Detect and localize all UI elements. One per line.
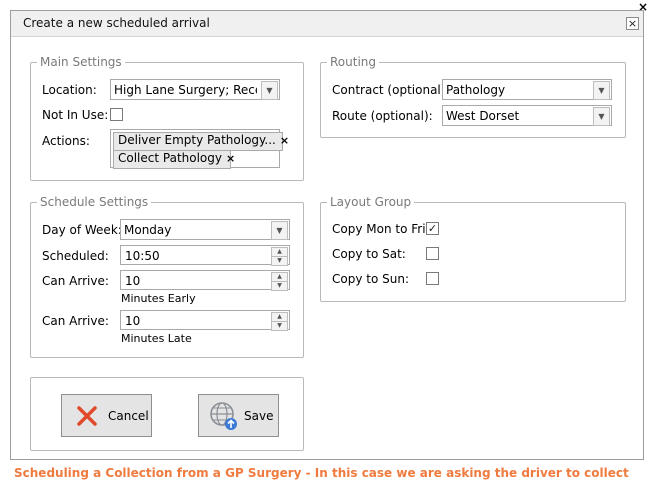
location-label: Location: <box>42 83 97 97</box>
scheduled-arrival-dialog: Create a new scheduled arrival × Main Se… <box>10 10 644 460</box>
can-arrive-early-label: Can Arrive: <box>42 274 109 288</box>
background-strip <box>0 0 654 8</box>
routing-legend: Routing <box>330 55 377 69</box>
save-button[interactable]: Save <box>198 394 279 437</box>
can-arrive-late-label: Can Arrive: <box>42 314 109 328</box>
chevron-down-icon[interactable]: ▼ <box>593 107 610 126</box>
remove-tag-icon[interactable]: × <box>226 152 235 165</box>
main-settings-legend: Main Settings <box>40 55 122 69</box>
save-button-label: Save <box>244 409 274 423</box>
action-tag-label: Collect Pathology <box>118 151 222 165</box>
action-tag-label: Deliver Empty Pathology... <box>118 133 276 147</box>
spin-down-icon[interactable]: ▼ <box>271 281 288 291</box>
not-in-use-checkbox[interactable] <box>110 108 123 121</box>
minutes-late-caption: Minutes Late <box>121 332 192 345</box>
day-of-week-select[interactable]: Monday ▼ <box>120 219 290 240</box>
copy-sun-label: Copy to Sun: <box>332 272 409 286</box>
copy-sat-checkbox[interactable] <box>426 247 439 260</box>
check-icon: ✓ <box>427 222 438 235</box>
not-in-use-label: Not In Use: <box>42 108 109 122</box>
x-icon <box>77 406 97 426</box>
dialog-titlebar: Create a new scheduled arrival × <box>11 11 643 37</box>
actions-label: Actions: <box>42 134 90 148</box>
minutes-early-stepper[interactable]: 10 ▲ ▼ <box>120 270 290 291</box>
contract-value: Pathology <box>446 83 506 97</box>
location-value: High Lane Surgery; Reception <box>114 83 257 97</box>
minutes-early-value: 10 <box>125 274 141 288</box>
chevron-down-icon[interactable]: ▼ <box>261 81 278 100</box>
route-select[interactable]: West Dorset ▼ <box>442 105 612 126</box>
copy-mon-fri-checkbox[interactable]: ✓ <box>426 222 439 235</box>
chevron-down-icon[interactable]: ▼ <box>271 221 288 240</box>
scheduled-label: Scheduled: <box>42 249 109 263</box>
action-tag: Deliver Empty Pathology... × <box>113 132 289 151</box>
screenshot-caption: Scheduling a Collection from a GP Surger… <box>14 466 629 480</box>
day-of-week-label: Day of Week: <box>42 223 122 237</box>
day-of-week-value: Monday <box>124 223 172 237</box>
location-select[interactable]: High Lane Surgery; Reception ▼ <box>110 79 280 100</box>
copy-sat-label: Copy to Sat: <box>332 247 406 261</box>
chevron-down-icon[interactable]: ▼ <box>593 81 610 100</box>
cancel-button-label: Cancel <box>108 409 149 423</box>
spin-down-icon[interactable]: ▼ <box>271 256 288 266</box>
action-tag: Collect Pathology × <box>113 150 235 169</box>
schedule-settings-legend: Schedule Settings <box>40 195 149 209</box>
remove-tag-icon[interactable]: × <box>280 134 289 147</box>
scheduled-time-value: 10:50 <box>125 249 160 263</box>
spin-down-icon[interactable]: ▼ <box>271 321 288 331</box>
contract-label: Contract (optional): <box>332 83 450 97</box>
minutes-late-value: 10 <box>125 314 141 328</box>
contract-select[interactable]: Pathology ▼ <box>442 79 612 100</box>
minutes-early-caption: Minutes Early <box>121 292 196 305</box>
copy-mon-fri-label: Copy Mon to Fri: <box>332 222 430 236</box>
scheduled-time-input[interactable]: 10:50 ▲ ▼ <box>120 245 290 266</box>
globe-upload-icon <box>210 402 237 430</box>
actions-tag-input[interactable]: Deliver Empty Pathology... × Collect Path… <box>110 129 289 169</box>
dialog-close-button[interactable]: × <box>626 17 639 30</box>
layout-group-legend: Layout Group <box>330 195 412 209</box>
dialog-title: Create a new scheduled arrival <box>23 16 210 30</box>
copy-sun-checkbox[interactable] <box>426 272 439 285</box>
route-label: Route (optional): <box>332 109 433 123</box>
cancel-button[interactable]: Cancel <box>61 394 152 437</box>
minutes-late-stepper[interactable]: 10 ▲ ▼ <box>120 310 290 331</box>
route-value: West Dorset <box>446 109 520 123</box>
